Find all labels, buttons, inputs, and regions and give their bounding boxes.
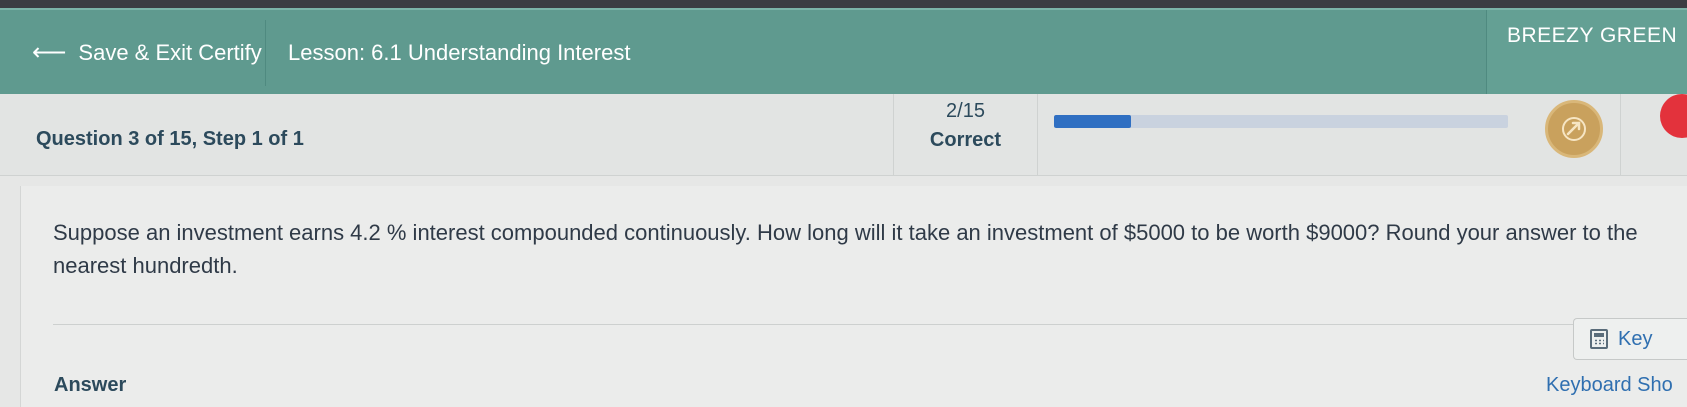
main-content: Suppose an investment earns 4.2 % intere… (0, 176, 1687, 407)
save-exit-button[interactable]: ⟵ Save & Exit Certify (14, 20, 266, 86)
badge-divider (1620, 94, 1621, 176)
question-card: Suppose an investment earns 4.2 % intere… (20, 186, 1687, 407)
lesson-title: Lesson: 6.1 Understanding Interest (288, 40, 631, 65)
section-divider (53, 324, 1687, 325)
score-label: Correct (929, 129, 1002, 151)
score-value: 2/15 (946, 100, 985, 122)
question-counter: Question 3 of 15, Step 1 of 1 (36, 128, 304, 150)
keypad-button[interactable]: Key (1573, 318, 1687, 360)
rocket-badge-icon[interactable] (1545, 100, 1603, 158)
progress-track (1054, 115, 1508, 128)
left-arrow-icon: ⟵ (32, 39, 67, 66)
user-menu[interactable]: BREEZY GREEN (1486, 10, 1687, 96)
app-header: ⟵ Save & Exit Certify Lesson: 6.1 Unders… (0, 8, 1687, 96)
answer-label: Answer (54, 374, 127, 396)
question-text: Suppose an investment earns 4.2 % intere… (53, 220, 1638, 278)
save-exit-label: Save & Exit Certify (78, 40, 262, 65)
question-status-bar: Question 3 of 15, Step 1 of 1 2/15 Corre… (0, 94, 1687, 176)
score-box: 2/15 Correct (893, 94, 1038, 176)
rocket-glyph (1562, 117, 1586, 141)
keyboard-shortcuts-link[interactable]: Keyboard Sho (1546, 374, 1673, 397)
calculator-icon (1590, 329, 1608, 349)
progress-fill (1054, 115, 1132, 128)
notification-dot[interactable] (1660, 94, 1687, 138)
keypad-label: Key (1618, 327, 1653, 350)
user-name: BREEZY GREEN (1507, 24, 1678, 47)
